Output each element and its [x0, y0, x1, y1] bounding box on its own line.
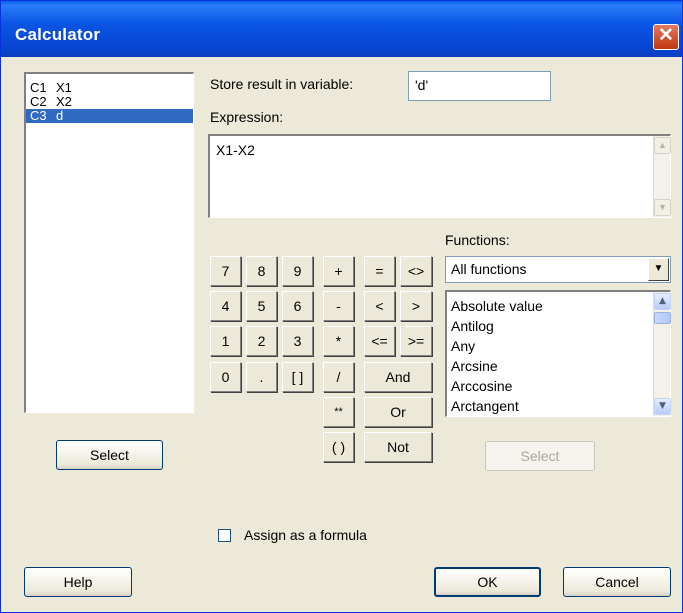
close-button[interactable]: ✕: [653, 24, 679, 50]
variable-column-id: C1: [30, 80, 47, 95]
key-divide[interactable]: /: [323, 362, 354, 392]
key-5[interactable]: 5: [246, 291, 277, 321]
key-6[interactable]: 6: [282, 291, 313, 321]
expression-text: X1-X2: [216, 142, 255, 158]
function-select-button[interactable]: Select: [485, 441, 595, 471]
variable-name: X2: [56, 94, 72, 109]
key-less-equal[interactable]: <=: [364, 326, 395, 356]
variable-name: d: [56, 108, 64, 123]
key-parentheses[interactable]: ( ): [323, 432, 354, 462]
variable-row[interactable]: C1 X1: [26, 81, 193, 95]
dropdown-arrow-icon[interactable]: ▼: [648, 258, 669, 281]
scroll-down-icon[interactable]: ▼: [654, 199, 671, 216]
key-0[interactable]: 0: [210, 362, 241, 392]
assign-formula-label: Assign as a formula: [244, 527, 367, 543]
variable-row[interactable]: C2 X2: [26, 95, 193, 109]
calculator-dialog: Calculator ✕ C1 X1 C2 X2 C3 d Select Store …: [0, 0, 683, 613]
functions-scrollbar[interactable]: ▲ ▼: [653, 292, 671, 416]
help-button[interactable]: Help: [24, 567, 132, 597]
variable-row-selected[interactable]: C3 d: [26, 109, 193, 123]
key-not-equal[interactable]: <>: [400, 256, 432, 286]
key-power[interactable]: **: [323, 397, 354, 427]
title-bar[interactable]: Calculator ✕: [1, 1, 682, 57]
key-and[interactable]: And: [364, 362, 432, 392]
scroll-up-icon[interactable]: ▲: [654, 137, 671, 154]
key-multiply[interactable]: *: [323, 326, 354, 356]
close-icon: ✕: [658, 25, 674, 46]
key-equals[interactable]: =: [364, 256, 395, 286]
key-greater-than[interactable]: >: [400, 291, 432, 321]
key-8[interactable]: 8: [246, 256, 277, 286]
window-title: Calculator: [15, 25, 101, 44]
scroll-thumb[interactable]: [654, 312, 671, 324]
key-1[interactable]: 1: [210, 326, 241, 356]
key-decimal-point[interactable]: .: [246, 362, 277, 392]
scroll-down-icon[interactable]: ▼: [654, 398, 671, 415]
key-or[interactable]: Or: [364, 397, 432, 427]
key-7[interactable]: 7: [210, 256, 241, 286]
functions-dropdown-value: All functions: [451, 261, 527, 277]
variable-name: X1: [56, 80, 72, 95]
key-brackets[interactable]: [ ]: [282, 362, 313, 392]
variable-list[interactable]: C1 X1 C2 X2 C3 d: [24, 72, 194, 413]
function-item[interactable]: Arcsine: [447, 356, 670, 376]
variable-column-id: C3: [30, 108, 47, 123]
functions-label: Functions:: [445, 232, 510, 248]
key-not[interactable]: Not: [364, 432, 432, 462]
key-4[interactable]: 4: [210, 291, 241, 321]
functions-list[interactable]: Absolute value Antilog Any Arcsine Arcco…: [445, 290, 671, 417]
assign-formula-checkbox[interactable]: [218, 529, 231, 542]
key-less-than[interactable]: <: [364, 291, 395, 321]
key-9[interactable]: 9: [282, 256, 313, 286]
key-greater-equal[interactable]: >=: [400, 326, 432, 356]
function-item[interactable]: Arctangent: [447, 396, 670, 416]
variable-column-id: C2: [30, 94, 47, 109]
key-minus[interactable]: -: [323, 291, 354, 321]
key-plus[interactable]: +: [323, 256, 354, 286]
functions-dropdown[interactable]: All functions ▼: [445, 256, 671, 283]
function-item[interactable]: Arccosine: [447, 376, 670, 396]
function-item[interactable]: Absolute value: [447, 296, 670, 316]
variable-select-button[interactable]: Select: [56, 440, 163, 470]
key-2[interactable]: 2: [246, 326, 277, 356]
store-result-label: Store result in variable:: [210, 76, 354, 92]
key-3[interactable]: 3: [282, 326, 313, 356]
ok-button[interactable]: OK: [434, 567, 541, 597]
function-item[interactable]: Antilog: [447, 316, 670, 336]
expression-scrollbar[interactable]: ▲ ▼: [653, 136, 671, 217]
expression-input[interactable]: X1-X2 ▲ ▼: [208, 134, 671, 218]
expression-label: Expression:: [210, 109, 284, 125]
cancel-button[interactable]: Cancel: [563, 567, 671, 597]
store-result-input[interactable]: 'd': [408, 71, 551, 101]
function-item[interactable]: Any: [447, 336, 670, 356]
scroll-up-icon[interactable]: ▲: [654, 293, 671, 310]
